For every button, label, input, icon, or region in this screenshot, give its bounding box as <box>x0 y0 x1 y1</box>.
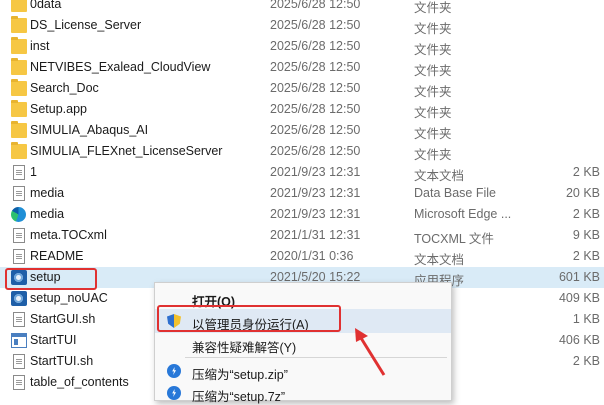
file-row-simulia-flexnet[interactable]: SIMULIA_FLEXnet_LicenseServer 2025/6/28 … <box>0 141 604 162</box>
file-name: 0data <box>30 0 62 11</box>
run-as-admin-highlight-box <box>157 305 341 332</box>
file-size: 2 KB <box>572 249 600 263</box>
file-type: TOCXML 文件 <box>414 232 494 246</box>
file-row-0data[interactable]: 0data 2025/6/28 12:50 文件夹 <box>0 0 604 15</box>
file-date: 2021/9/23 12:31 <box>270 186 361 200</box>
menu-item-label: 压缩为“setup.7z” <box>192 390 286 404</box>
folder-icon <box>11 37 27 54</box>
file-size: 601 KB <box>558 270 600 284</box>
file-row-ds-license-server[interactable]: DS_License_Server 2025/6/28 12:50 文件夹 <box>0 15 604 36</box>
folder-icon <box>11 16 27 33</box>
file-name: meta.TOCxml <box>30 228 107 242</box>
file-row-search-doc[interactable]: Search_Doc 2025/6/28 12:50 文件夹 <box>0 78 604 99</box>
file-size: 409 KB <box>558 291 600 305</box>
file-name: StartGUI.sh <box>30 312 96 326</box>
menu-item-compat-troubleshoot[interactable]: 兼容性疑难解答(Y) <box>155 332 451 356</box>
document-icon <box>13 186 25 201</box>
file-size: 2 KB <box>572 354 600 368</box>
file-row-inst[interactable]: inst 2025/6/28 12:50 文件夹 <box>0 36 604 57</box>
file-type: 文本文档 <box>414 253 465 267</box>
file-type: 文件夹 <box>414 127 452 141</box>
file-date: 2025/6/28 12:50 <box>270 81 361 95</box>
file-type: 文件夹 <box>414 148 452 162</box>
file-size: 406 KB <box>558 333 600 347</box>
file-name: media <box>30 207 65 221</box>
folder-icon <box>11 79 27 96</box>
document-icon <box>13 228 25 243</box>
file-size: 20 KB <box>565 186 600 200</box>
file-size: 2 KB <box>572 207 600 221</box>
file-row-readme[interactable]: README 2020/1/31 0:36 文本文档 2 KB <box>0 246 604 267</box>
compress-icon <box>167 386 181 400</box>
window-app-icon <box>11 333 27 348</box>
file-type: Data Base File <box>414 186 496 200</box>
file-type: Microsoft Edge ... <box>414 207 512 221</box>
file-name: inst <box>30 39 50 53</box>
file-name: NETVIBES_Exalead_CloudView <box>30 60 211 74</box>
file-date: 2025/6/28 12:50 <box>270 39 361 53</box>
context-menu: 打开(O) 以管理员身份运行(A) 兼容性疑难解答(Y) 压缩为“setup.z… <box>154 282 452 404</box>
file-date: 2025/6/28 12:50 <box>270 102 361 116</box>
document-icon <box>13 354 25 369</box>
file-name: SIMULIA_FLEXnet_LicenseServer <box>30 144 223 158</box>
file-row-setup-app[interactable]: Setup.app 2025/6/28 12:50 文件夹 <box>0 99 604 120</box>
file-type: 文件夹 <box>414 1 452 15</box>
file-date: 2020/1/31 0:36 <box>270 249 354 263</box>
menu-separator <box>185 357 447 358</box>
file-name: 1 <box>30 165 37 179</box>
file-date: 2025/6/28 12:50 <box>270 123 361 137</box>
file-size: 2 KB <box>572 165 600 179</box>
file-name: setup_noUAC <box>30 291 108 305</box>
folder-icon <box>11 121 27 138</box>
file-name: Setup.app <box>30 102 87 116</box>
file-type: 文件夹 <box>414 106 452 120</box>
document-icon <box>13 312 25 327</box>
file-name: media <box>30 186 65 200</box>
folder-icon <box>11 100 27 117</box>
file-name: StartTUI.sh <box>30 354 94 368</box>
file-row-simulia-abaqus-ai[interactable]: SIMULIA_Abaqus_AI 2025/6/28 12:50 文件夹 <box>0 120 604 141</box>
file-type: 文件夹 <box>414 64 452 78</box>
document-icon <box>13 249 25 264</box>
edge-icon <box>11 207 26 222</box>
file-date: 2025/6/28 12:50 <box>270 144 361 158</box>
document-icon <box>13 375 25 390</box>
setup-highlight-box <box>5 268 97 290</box>
folder-icon <box>11 58 27 75</box>
file-row-media-edge[interactable]: media 2021/9/23 12:31 Microsoft Edge ...… <box>0 204 604 225</box>
file-row-media-db[interactable]: media 2021/9/23 12:31 Data Base File 20 … <box>0 183 604 204</box>
file-date: 2025/6/28 12:50 <box>270 18 361 32</box>
file-date: 2025/6/28 12:50 <box>270 0 361 11</box>
file-size: 1 KB <box>572 312 600 326</box>
setup-app-icon <box>11 291 27 306</box>
file-type: 文本文档 <box>414 169 465 183</box>
compress-icon <box>167 364 181 378</box>
file-type: 文件夹 <box>414 43 452 57</box>
file-date: 2021/9/23 12:31 <box>270 165 361 179</box>
file-row-1[interactable]: 1 2021/9/23 12:31 文本文档 2 KB <box>0 162 604 183</box>
file-name: SIMULIA_Abaqus_AI <box>30 123 149 137</box>
folder-icon <box>11 142 27 159</box>
file-name: StartTUI <box>30 333 77 347</box>
file-type: 文件夹 <box>414 22 452 36</box>
file-date: 2025/6/28 12:50 <box>270 60 361 74</box>
file-row-meta-tocxml[interactable]: meta.TOCxml 2021/1/31 12:31 TOCXML 文件 9 … <box>0 225 604 246</box>
document-icon <box>13 165 25 180</box>
file-name: Search_Doc <box>30 81 99 95</box>
file-row-netvibes[interactable]: NETVIBES_Exalead_CloudView 2025/6/28 12:… <box>0 57 604 78</box>
menu-item-label: 兼容性疑难解答(Y) <box>192 341 297 355</box>
file-name: README <box>30 249 84 263</box>
file-name: table_of_contents <box>30 375 129 389</box>
file-size: 9 KB <box>572 228 600 242</box>
file-date: 2021/9/23 12:31 <box>270 207 361 221</box>
folder-icon <box>11 0 27 12</box>
file-date: 2021/1/31 12:31 <box>270 228 361 242</box>
menu-item-compress-7z[interactable]: 压缩为“setup.7z” <box>155 381 451 405</box>
file-type: 文件夹 <box>414 85 452 99</box>
menu-item-compress-zip[interactable]: 压缩为“setup.zip” <box>155 359 451 383</box>
file-name: DS_License_Server <box>30 18 142 32</box>
